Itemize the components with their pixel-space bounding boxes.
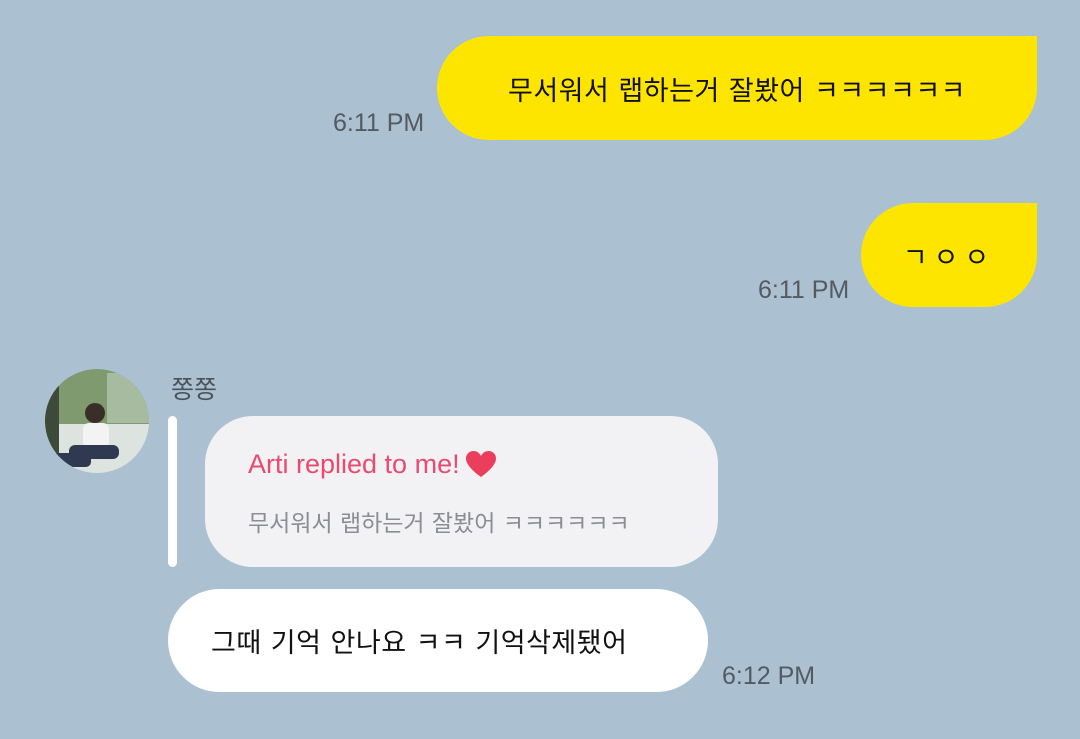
reply-quote-card[interactable]: Arti replied to me! 무서워서 랩하는거 잘봤어 ㅋㅋㅋㅋㅋㅋ [205,416,718,567]
profile-photo-icon [45,369,149,473]
reply-title: Arti replied to me! [248,449,496,480]
message-text: 그때 기억 안나요 ㅋㅋ 기억삭제됐어 [211,628,628,659]
sent-message-bubble[interactable]: ㄱㅇㅇ [861,203,1037,307]
profile-avatar[interactable] [45,369,149,473]
sender-name: 쫑쫑 [171,375,218,404]
reply-quote-text: 무서워서 랩하는거 잘봤어 ㅋㅋㅋㅋㅋㅋ [248,511,630,537]
sent-message-bubble[interactable]: 무서워서 랩하는거 잘봤어 ㅋㅋㅋㅋㅋㅋ [437,36,1037,140]
received-message-bubble[interactable]: 그때 기억 안나요 ㅋㅋ 기억삭제됐어 [168,589,708,692]
reply-indicator-bar [168,416,177,567]
message-text: ㄱㅇㅇ [902,242,996,274]
message-timestamp: 6:11 PM [758,276,850,304]
reply-title-text: Arti replied to me! [248,449,460,479]
message-timestamp: 6:12 PM [722,662,816,690]
message-text: 무서워서 랩하는거 잘봤어 ㅋㅋㅋㅋㅋㅋ [507,75,967,107]
message-timestamp: 6:11 PM [333,109,425,137]
heart-icon [465,451,496,477]
